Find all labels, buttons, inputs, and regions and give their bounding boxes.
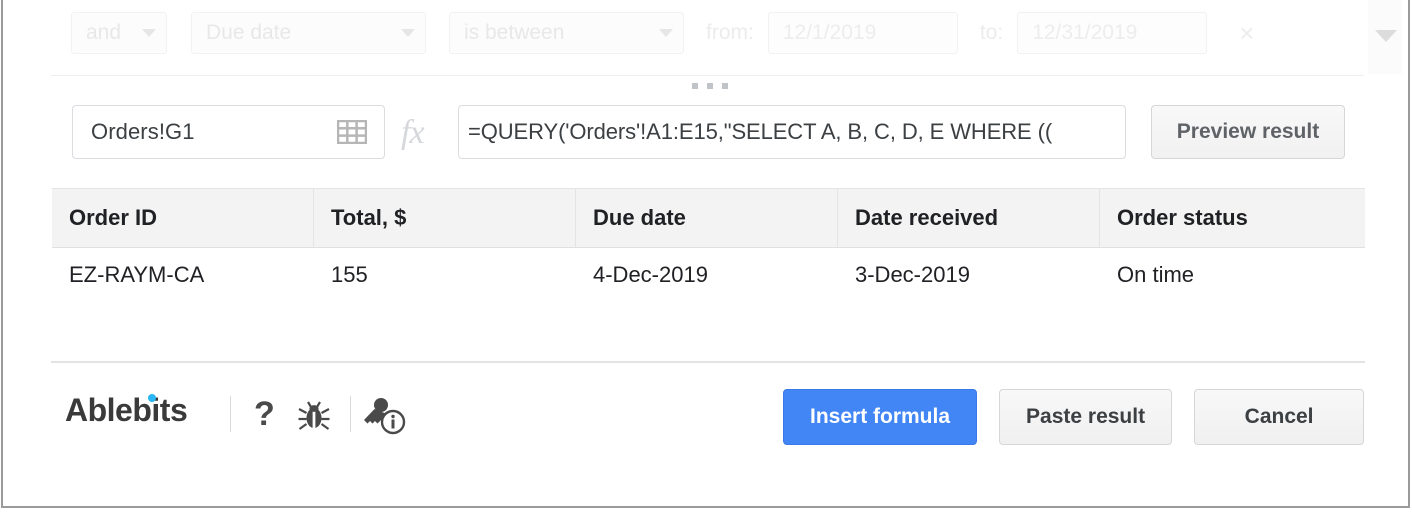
formula-bar-row: Orders!G1 fx =QUERY('Orders'!A1:E15,"SEL… bbox=[3, 105, 1408, 159]
grid-icon[interactable] bbox=[337, 120, 367, 144]
filter-conjunction-value: and bbox=[86, 21, 122, 44]
table-body: EZ-RAYM-CA 155 4-Dec-2019 3-Dec-2019 On … bbox=[52, 248, 1365, 360]
cell-order-id: EZ-RAYM-CA bbox=[69, 262, 205, 287]
divider-top bbox=[51, 75, 1364, 76]
remove-condition-icon[interactable]: × bbox=[1239, 20, 1254, 46]
formula-text: =QUERY('Orders'!A1:E15,"SELECT A, B, C, … bbox=[468, 119, 1053, 144]
account-info-icon[interactable] bbox=[361, 395, 409, 437]
preview-result-button[interactable]: Preview result bbox=[1151, 105, 1345, 159]
paste-result-button[interactable]: Paste result bbox=[999, 389, 1173, 445]
filter-conjunction-select[interactable]: and bbox=[71, 12, 167, 54]
drag-dot bbox=[722, 83, 728, 89]
filter-condition-value: is between bbox=[464, 21, 565, 44]
ablebits-logo-text: Ablebits bbox=[65, 392, 188, 428]
cell-reference-field[interactable]: Orders!G1 bbox=[72, 105, 385, 159]
column-header-order-status: Order status bbox=[1117, 205, 1248, 230]
cell-date-received: 3-Dec-2019 bbox=[855, 262, 970, 287]
cell-order-status: On time bbox=[1117, 262, 1195, 287]
filter-to-input[interactable]: 12/31/2019 bbox=[1017, 12, 1208, 54]
drag-dot bbox=[707, 83, 713, 89]
table-row: EZ-RAYM-CA 155 4-Dec-2019 3-Dec-2019 On … bbox=[52, 248, 1365, 302]
divider-footer bbox=[51, 361, 1365, 363]
logo-dot-icon bbox=[148, 394, 156, 402]
fx-icon: fx bbox=[401, 114, 425, 151]
drag-handle-dots[interactable] bbox=[692, 83, 728, 89]
dialog-footer: Ablebits ? Insert formula Paste result C… bbox=[3, 380, 1408, 458]
filter-field-select[interactable]: Due date bbox=[191, 12, 426, 54]
footer-actions: Insert formula Paste result Cancel bbox=[783, 389, 1365, 445]
footer-divider-2 bbox=[350, 396, 351, 432]
filter-condition-row: and Due date is between from: 12/1/2019 … bbox=[3, 0, 1408, 74]
bug-icon[interactable] bbox=[295, 396, 333, 434]
chevron-down-icon bbox=[142, 29, 156, 37]
cell-total: 155 bbox=[331, 262, 368, 287]
ablebits-logo: Ablebits bbox=[65, 392, 188, 429]
result-preview-table: Order ID Total, $ Due date Date received… bbox=[52, 188, 1365, 360]
filter-condition-select[interactable]: is between bbox=[449, 12, 684, 54]
filter-field-value: Due date bbox=[206, 21, 292, 44]
column-header-date-received: Date received bbox=[838, 189, 1100, 247]
filter-from-label: from: bbox=[706, 21, 754, 44]
question-mark-icon[interactable]: ? bbox=[254, 394, 275, 434]
formula-input[interactable]: =QUERY('Orders'!A1:E15,"SELECT A, B, C, … bbox=[458, 105, 1126, 159]
column-header-total: Total, $ bbox=[314, 189, 576, 247]
footer-divider-1 bbox=[230, 396, 231, 432]
table-header-row: Order ID Total, $ Due date Date received… bbox=[52, 188, 1365, 248]
triangle-down-icon[interactable] bbox=[1375, 30, 1397, 42]
drag-dot bbox=[692, 83, 698, 89]
cell-due-date: 4-Dec-2019 bbox=[593, 262, 708, 287]
column-header-due-date: Due date bbox=[576, 189, 838, 247]
cell-reference-value: Orders!G1 bbox=[91, 119, 195, 144]
cancel-button[interactable]: Cancel bbox=[1194, 389, 1365, 445]
column-header-order-id: Order ID bbox=[52, 189, 314, 247]
chevron-down-icon bbox=[401, 29, 415, 37]
chevron-down-icon bbox=[659, 29, 673, 37]
insert-formula-button[interactable]: Insert formula bbox=[783, 389, 978, 445]
filter-to-label: to: bbox=[979, 21, 1004, 44]
table-empty-space bbox=[52, 302, 1365, 360]
filter-from-input[interactable]: 12/1/2019 bbox=[767, 12, 958, 54]
formula-builder-dialog: and Due date is between from: 12/1/2019 … bbox=[1, 0, 1410, 508]
